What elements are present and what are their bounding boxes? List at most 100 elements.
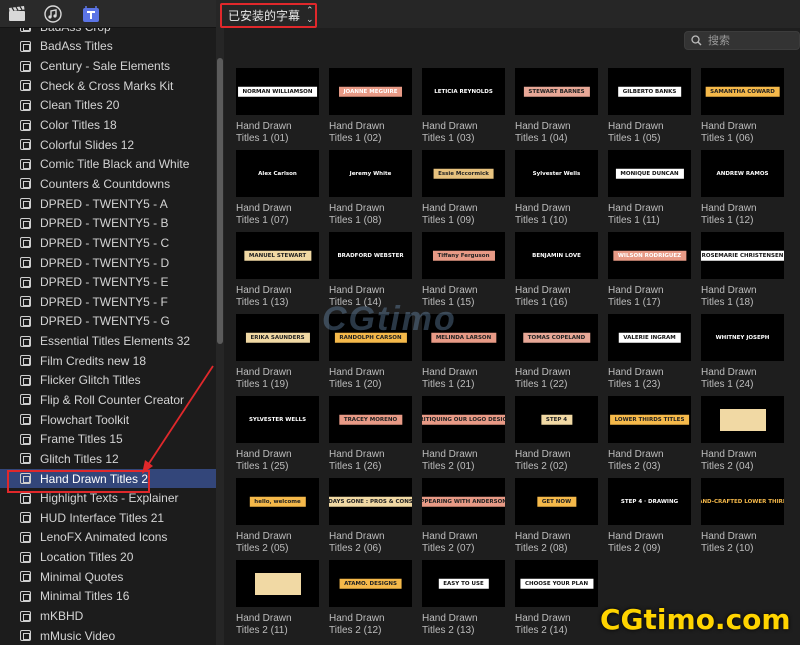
sidebar-item-label: Highlight Texts - Explainer <box>40 491 179 506</box>
title-category-icon <box>20 590 31 602</box>
title-tile[interactable]: SYLVESTER WELLS Hand Drawn Titles 1 (25) <box>236 396 319 472</box>
sidebar-item[interactable]: BadAss Crop <box>0 28 216 37</box>
title-tile[interactable]: ATAMO. DESIGNS Hand Drawn Titles 2 (12) <box>329 560 412 636</box>
sidebar-item[interactable]: DPRED - TWENTY5 - B <box>0 213 216 233</box>
sidebar-item[interactable]: Color Titles 18 <box>0 115 216 135</box>
sidebar-item[interactable]: mMusic Video <box>0 626 216 645</box>
title-tile[interactable]: GILBERTO BANKS Hand Drawn Titles 1 (05) <box>608 68 691 144</box>
title-tile[interactable]: ERIKA SAUNDERS Hand Drawn Titles 1 (19) <box>236 314 319 390</box>
title-tile[interactable]: LOWER THIRDS TITLES Hand Drawn Titles 2 (0… <box>608 396 691 472</box>
caption-line-1: Hand Drawn <box>236 531 292 542</box>
thumbnail-label: Tiffany Ferguson <box>432 250 495 261</box>
title-tile[interactable]: BENJAMIN LOVE Hand Drawn Titles 1 (16) <box>515 232 598 308</box>
sidebar-item[interactable]: DPRED - TWENTY5 - D <box>0 253 216 273</box>
sidebar-item[interactable]: DPRED - TWENTY5 - A <box>0 194 216 214</box>
title-tile[interactable]: Hand Drawn Titles 2 (11) <box>236 560 319 636</box>
thumbnail-label: STEP 4 · DRAWING <box>615 496 684 507</box>
caption-line-2: Titles 1 (15) <box>422 296 475 308</box>
sidebar-item[interactable]: DPRED - TWENTY5 - F <box>0 292 216 312</box>
title-category-icon <box>20 374 31 386</box>
title-category-icon <box>20 453 31 465</box>
title-tile[interactable]: WILSON RODRIGUEZ Hand Drawn Titles 1 (17) <box>608 232 691 308</box>
title-tile[interactable]: LETICIA REYNOLDS Hand Drawn Titles 1 (03) <box>422 68 505 144</box>
sidebar-item-label: Clean Titles 20 <box>40 98 120 113</box>
title-tile[interactable]: Jeremy White Hand Drawn Titles 1 (08) <box>329 150 412 226</box>
title-tile[interactable]: Sylvester Wells Hand Drawn Titles 1 (10) <box>515 150 598 226</box>
title-tile[interactable]: SAMANTHA COWARD Hand Drawn Titles 1 (06) <box>701 68 784 144</box>
title-tile[interactable]: JOANNE MEGUIRE Hand Drawn Titles 1 (02) <box>329 68 412 144</box>
sidebar-item[interactable]: Clean Titles 20 <box>0 96 216 116</box>
sidebar-item[interactable]: mKBHD <box>0 606 216 626</box>
title-tile[interactable]: hello, welcome Hand Drawn Titles 2 (05) <box>236 478 319 554</box>
photos-videos-button[interactable] <box>6 3 28 25</box>
title-tile[interactable]: GET NOW Hand Drawn Titles 2 (08) <box>515 478 598 554</box>
title-tile[interactable]: WHITNEY JOSEPH Hand Drawn Titles 1 (24) <box>701 314 784 390</box>
sidebar-item[interactable]: Minimal Quotes <box>0 567 216 587</box>
sidebar-item[interactable]: Hand Drawn Titles 2 <box>0 468 216 489</box>
title-tile[interactable]: HAND-CRAFTED LOWER THIRDS Hand DrawnTitle… <box>701 478 784 554</box>
title-tile[interactable]: STEWART BARNES Hand Drawn Titles 1 (04) <box>515 68 598 144</box>
sidebar-item[interactable]: Minimal Titles 16 <box>0 587 216 607</box>
title-caption: Hand Drawn Titles 2 (08) <box>515 531 598 554</box>
search-field[interactable] <box>684 31 800 50</box>
title-category-icon <box>20 237 31 249</box>
title-tile[interactable]: APPEARING WITH ANDERSONS Hand DrawnTitles… <box>422 478 505 554</box>
sidebar-item-label: Century - Sale Elements <box>40 59 171 74</box>
title-tile[interactable]: STEP 4 · DRAWING Hand Drawn Titles 2 (09) <box>608 478 691 554</box>
music-sound-button[interactable] <box>42 3 64 25</box>
sidebar-item[interactable]: HUD Interface Titles 21 <box>0 508 216 528</box>
sidebar-item[interactable]: BadAss Titles <box>0 37 216 57</box>
title-tile[interactable]: Alex Carlson Hand Drawn Titles 1 (07) <box>236 150 319 226</box>
thumbnail-label: CHOOSE YOUR PLAN <box>519 578 594 589</box>
title-tile[interactable]: ROSEMARIE CHRISTENSEN Hand Drawn Titles 1 … <box>701 232 784 308</box>
sidebar-item[interactable]: LenoFX Animated Icons <box>0 528 216 548</box>
sidebar-item[interactable]: DPRED - TWENTY5 - E <box>0 272 216 292</box>
title-tile[interactable]: TRACEY MORENO Hand Drawn Titles 1 (26) <box>329 396 412 472</box>
title-tile[interactable]: RANDOLPH CARSON Hand Drawn Titles 1 (20) <box>329 314 412 390</box>
title-tile[interactable]: CRITIQUING OUR LOGO DESIGN Hand DrawnTitl… <box>422 396 505 472</box>
title-tile[interactable]: DAYS GONE : PROS & CONS Hand Drawn Titles … <box>329 478 412 554</box>
sidebar-item[interactable]: Comic Title Black and White <box>0 154 216 174</box>
caption-line-1: Hand Drawn <box>422 203 478 214</box>
sidebar-item[interactable]: Frame Titles 15 <box>0 429 216 449</box>
sidebar-item[interactable]: Highlight Texts - Explainer <box>0 488 216 508</box>
title-tile[interactable]: CHOOSE YOUR PLAN Hand Drawn Titles 2 (14) <box>515 560 598 636</box>
sidebar-item[interactable]: DPRED - TWENTY5 - C <box>0 233 216 253</box>
sidebar-item[interactable]: Film Credits new 18 <box>0 351 216 371</box>
title-category-icon <box>20 551 31 563</box>
title-tile[interactable]: VALERIE INGRAM Hand Drawn Titles 1 (23) <box>608 314 691 390</box>
title-caption: Hand Drawn Titles 1 (20) <box>329 367 412 390</box>
title-tile[interactable]: MONIQUE DUNCAN Hand Drawn Titles 1 (11) <box>608 150 691 226</box>
sidebar-item[interactable]: Essential Titles Elements 32 <box>0 331 216 351</box>
title-tile[interactable]: STEP 4 Hand Drawn Titles 2 (02) <box>515 396 598 472</box>
sidebar-item[interactable]: Glitch Titles 12 <box>0 449 216 469</box>
sidebar-item[interactable]: Check & Cross Marks Kit <box>0 76 216 96</box>
title-tile[interactable]: Essie Mccormick Hand Drawn Titles 1 (09) <box>422 150 505 226</box>
sidebar-item[interactable]: Location Titles 20 <box>0 547 216 567</box>
title-tile[interactable]: ANDREW RAMOS Hand Drawn Titles 1 (12) <box>701 150 784 226</box>
library-selector[interactable]: 已安装的字幕 ⌃ ⌄ <box>220 3 317 28</box>
sidebar-item[interactable]: Flicker Glitch Titles <box>0 371 216 391</box>
search-input[interactable] <box>708 34 788 47</box>
scroll-thumb[interactable] <box>217 58 223 344</box>
sidebar-item[interactable]: Colorful Slides 12 <box>0 135 216 155</box>
sidebar-scrollbar[interactable] <box>216 28 224 645</box>
caption-line-1: Hand Drawn <box>236 285 292 296</box>
title-tile[interactable]: BRADFORD WEBSTER Hand Drawn Titles 1 (14) <box>329 232 412 308</box>
title-tile[interactable]: Hand Drawn Titles 2 (04) <box>701 396 784 472</box>
caption-line-2: Titles 2 (10) <box>701 542 754 554</box>
title-tile[interactable]: MANUEL STEWART Hand Drawn Titles 1 (13) <box>236 232 319 308</box>
titles-generators-button[interactable] <box>80 3 102 25</box>
title-tile[interactable]: NORMAN WILLIAMSON Hand Drawn Titles 1 (01) <box>236 68 319 144</box>
sidebar-item[interactable]: Flowchart Toolkit <box>0 410 216 430</box>
sidebar-item[interactable]: Flip & Roll Counter Creator <box>0 390 216 410</box>
sidebar-item-label: Minimal Quotes <box>40 569 124 584</box>
title-tile[interactable]: EASY TO USE Hand Drawn Titles 2 (13) <box>422 560 505 636</box>
thumbnail-label: Jeremy White <box>344 168 397 179</box>
title-tile[interactable]: Tiffany Ferguson Hand Drawn Titles 1 (15) <box>422 232 505 308</box>
sidebar-item[interactable]: Counters & Countdowns <box>0 174 216 194</box>
sidebar-item[interactable]: Century - Sale Elements <box>0 56 216 76</box>
title-tile[interactable]: TOMAS COPELAND Hand Drawn Titles 1 (22) <box>515 314 598 390</box>
title-tile[interactable]: MELINDA LARSON Hand Drawn Titles 1 (21) <box>422 314 505 390</box>
sidebar-item[interactable]: DPRED - TWENTY5 - G <box>0 312 216 332</box>
